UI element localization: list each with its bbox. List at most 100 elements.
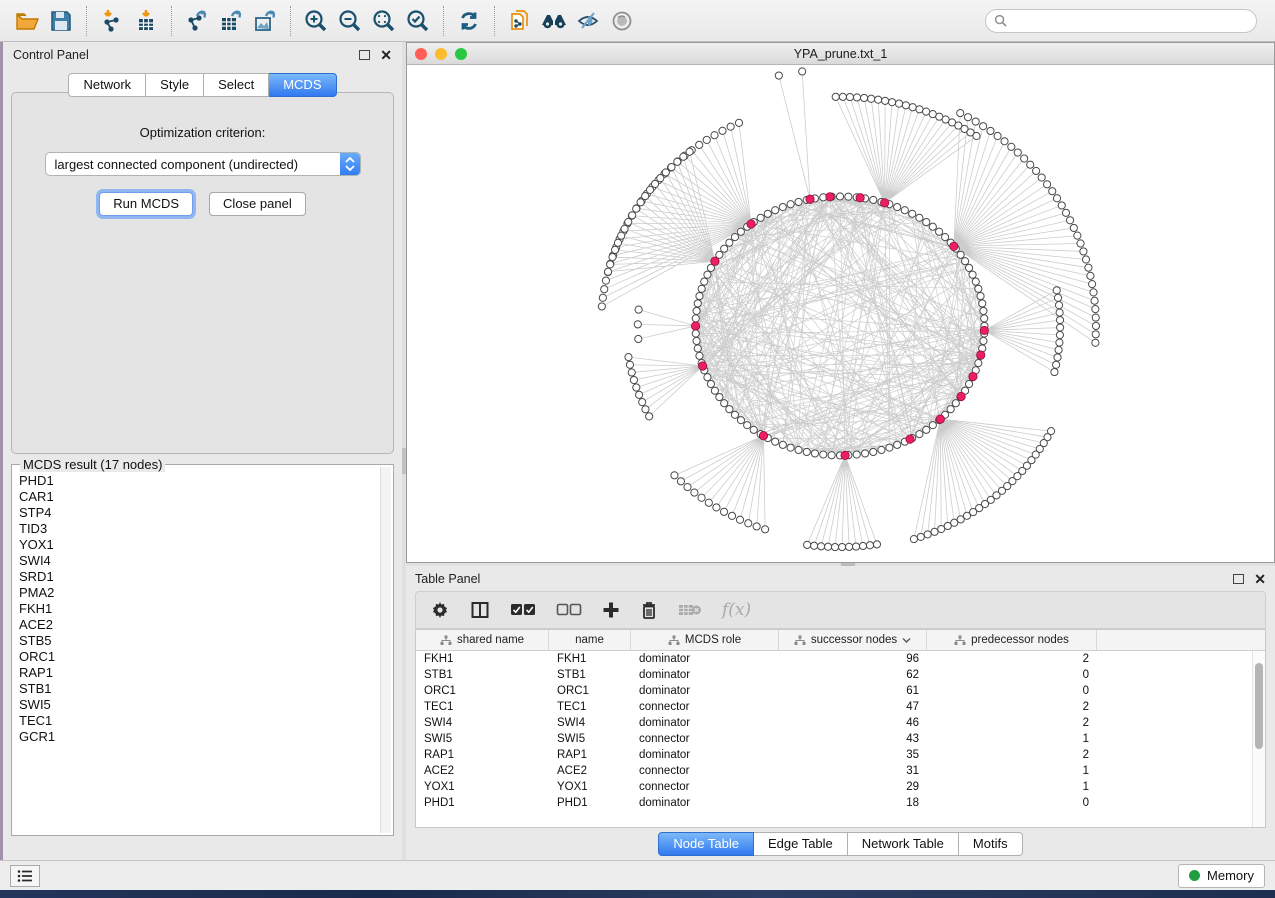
- table-row[interactable]: STB1STB1dominator620: [416, 667, 1252, 683]
- network-canvas[interactable]: [407, 65, 1274, 562]
- column-header-successor-nodes[interactable]: successor nodes: [779, 630, 927, 650]
- table-row[interactable]: RAP1RAP1dominator352: [416, 747, 1252, 763]
- zoom-out-button[interactable]: [333, 5, 367, 37]
- table-row[interactable]: SWI4SWI4dominator462: [416, 715, 1252, 731]
- cell-name[interactable]: TEC1: [549, 701, 631, 713]
- export-image-button[interactable]: [248, 5, 282, 37]
- result-node[interactable]: PMA2: [19, 585, 380, 601]
- table-row[interactable]: SWI5SWI5connector431: [416, 731, 1252, 747]
- cell-shared-name[interactable]: ORC1: [416, 685, 549, 697]
- search-network-button[interactable]: [537, 5, 571, 37]
- cell-successor-nodes[interactable]: 61: [779, 685, 927, 697]
- result-node[interactable]: CAR1: [19, 489, 380, 505]
- cell-successor-nodes[interactable]: 96: [779, 653, 927, 665]
- clone-network-button[interactable]: [503, 5, 537, 37]
- result-node[interactable]: STP4: [19, 505, 380, 521]
- cell-name[interactable]: RAP1: [549, 749, 631, 761]
- criterion-select[interactable]: largest connected component (undirected): [45, 152, 361, 176]
- table-row[interactable]: FKH1FKH1dominator962: [416, 651, 1252, 667]
- table-row[interactable]: PHD1PHD1dominator180: [416, 795, 1252, 811]
- cell-predecessor-nodes[interactable]: 0: [927, 685, 1097, 697]
- tab-node-table[interactable]: Node Table: [658, 832, 754, 856]
- cell-successor-nodes[interactable]: 31: [779, 765, 927, 777]
- cell-predecessor-nodes[interactable]: 0: [927, 669, 1097, 681]
- cell-name[interactable]: SWI4: [549, 717, 631, 729]
- cell-shared-name[interactable]: SWI5: [416, 733, 549, 745]
- cell-mcds-role[interactable]: connector: [631, 701, 779, 713]
- result-node[interactable]: GCR1: [19, 729, 380, 745]
- cell-predecessor-nodes[interactable]: 1: [927, 733, 1097, 745]
- import-network-button[interactable]: [95, 5, 129, 37]
- cell-shared-name[interactable]: ACE2: [416, 765, 549, 777]
- result-node[interactable]: RAP1: [19, 665, 380, 681]
- add-column-button[interactable]: [602, 601, 620, 619]
- hide-graphics-details-button[interactable]: [571, 5, 605, 37]
- result-scrollbar[interactable]: [380, 467, 391, 833]
- cell-successor-nodes[interactable]: 18: [779, 797, 927, 809]
- result-node[interactable]: STB5: [19, 633, 380, 649]
- cell-shared-name[interactable]: PHD1: [416, 797, 549, 809]
- delete-column-button[interactable]: [640, 600, 658, 620]
- cell-successor-nodes[interactable]: 62: [779, 669, 927, 681]
- export-table-button[interactable]: [214, 5, 248, 37]
- cell-shared-name[interactable]: RAP1: [416, 749, 549, 761]
- table-settings-button[interactable]: [430, 600, 450, 620]
- import-table-button[interactable]: [129, 5, 163, 37]
- cell-predecessor-nodes[interactable]: 2: [927, 653, 1097, 665]
- horizontal-splitter[interactable]: [406, 563, 1275, 566]
- export-network-button[interactable]: [180, 5, 214, 37]
- tab-select[interactable]: Select: [204, 73, 269, 97]
- result-node[interactable]: FKH1: [19, 601, 380, 617]
- float-panel-icon[interactable]: [359, 50, 370, 60]
- column-header-name[interactable]: name: [549, 630, 631, 650]
- cell-mcds-role[interactable]: dominator: [631, 797, 779, 809]
- close-panel-button[interactable]: Close panel: [209, 192, 306, 216]
- cell-shared-name[interactable]: STB1: [416, 669, 549, 681]
- cell-shared-name[interactable]: YOX1: [416, 781, 549, 793]
- cell-mcds-role[interactable]: connector: [631, 733, 779, 745]
- network-search-field[interactable]: [985, 9, 1257, 33]
- result-node[interactable]: TID3: [19, 521, 380, 537]
- cell-name[interactable]: ACE2: [549, 765, 631, 777]
- tab-edge-table[interactable]: Edge Table: [754, 832, 848, 856]
- cell-mcds-role[interactable]: connector: [631, 781, 779, 793]
- result-node[interactable]: TEC1: [19, 713, 380, 729]
- cell-successor-nodes[interactable]: 43: [779, 733, 927, 745]
- cell-successor-nodes[interactable]: 46: [779, 717, 927, 729]
- network-view-titlebar[interactable]: YPA_prune.txt_1: [407, 43, 1274, 65]
- column-header-mcds-role[interactable]: MCDS role: [631, 630, 779, 650]
- close-panel-icon[interactable]: ✕: [380, 50, 392, 60]
- result-node[interactable]: SWI4: [19, 553, 380, 569]
- tab-network[interactable]: Network: [68, 73, 146, 97]
- cell-name[interactable]: ORC1: [549, 685, 631, 697]
- zoom-in-button[interactable]: [299, 5, 333, 37]
- close-table-panel-icon[interactable]: ✕: [1254, 574, 1266, 584]
- cell-name[interactable]: STB1: [549, 669, 631, 681]
- mcds-result-list[interactable]: PHD1CAR1STP4TID3YOX1SWI4SRD1PMA2FKH1ACE2…: [12, 465, 380, 835]
- cell-mcds-role[interactable]: dominator: [631, 653, 779, 665]
- vertical-splitter[interactable]: [402, 42, 406, 860]
- float-table-panel-icon[interactable]: [1233, 574, 1244, 584]
- result-node[interactable]: YOX1: [19, 537, 380, 553]
- cell-name[interactable]: PHD1: [549, 797, 631, 809]
- cell-predecessor-nodes[interactable]: 2: [927, 749, 1097, 761]
- table-scrollbar[interactable]: [1252, 651, 1265, 827]
- tab-network-table[interactable]: Network Table: [848, 832, 959, 856]
- column-layout-button[interactable]: [470, 600, 490, 620]
- cell-mcds-role[interactable]: dominator: [631, 669, 779, 681]
- task-history-button[interactable]: [10, 865, 40, 887]
- table-row[interactable]: YOX1YOX1connector291: [416, 779, 1252, 795]
- table-row[interactable]: ORC1ORC1dominator610: [416, 683, 1252, 699]
- cell-successor-nodes[interactable]: 35: [779, 749, 927, 761]
- cell-name[interactable]: YOX1: [549, 781, 631, 793]
- memory-button[interactable]: Memory: [1178, 864, 1265, 888]
- cell-shared-name[interactable]: FKH1: [416, 653, 549, 665]
- run-mcds-button[interactable]: Run MCDS: [99, 192, 193, 216]
- cell-mcds-role[interactable]: dominator: [631, 749, 779, 761]
- column-header-predecessor-nodes[interactable]: predecessor nodes: [927, 630, 1097, 650]
- cell-mcds-role[interactable]: connector: [631, 765, 779, 777]
- cell-shared-name[interactable]: SWI4: [416, 717, 549, 729]
- search-input[interactable]: [1012, 14, 1248, 28]
- zoom-fit-button[interactable]: [367, 5, 401, 37]
- tab-style[interactable]: Style: [146, 73, 204, 97]
